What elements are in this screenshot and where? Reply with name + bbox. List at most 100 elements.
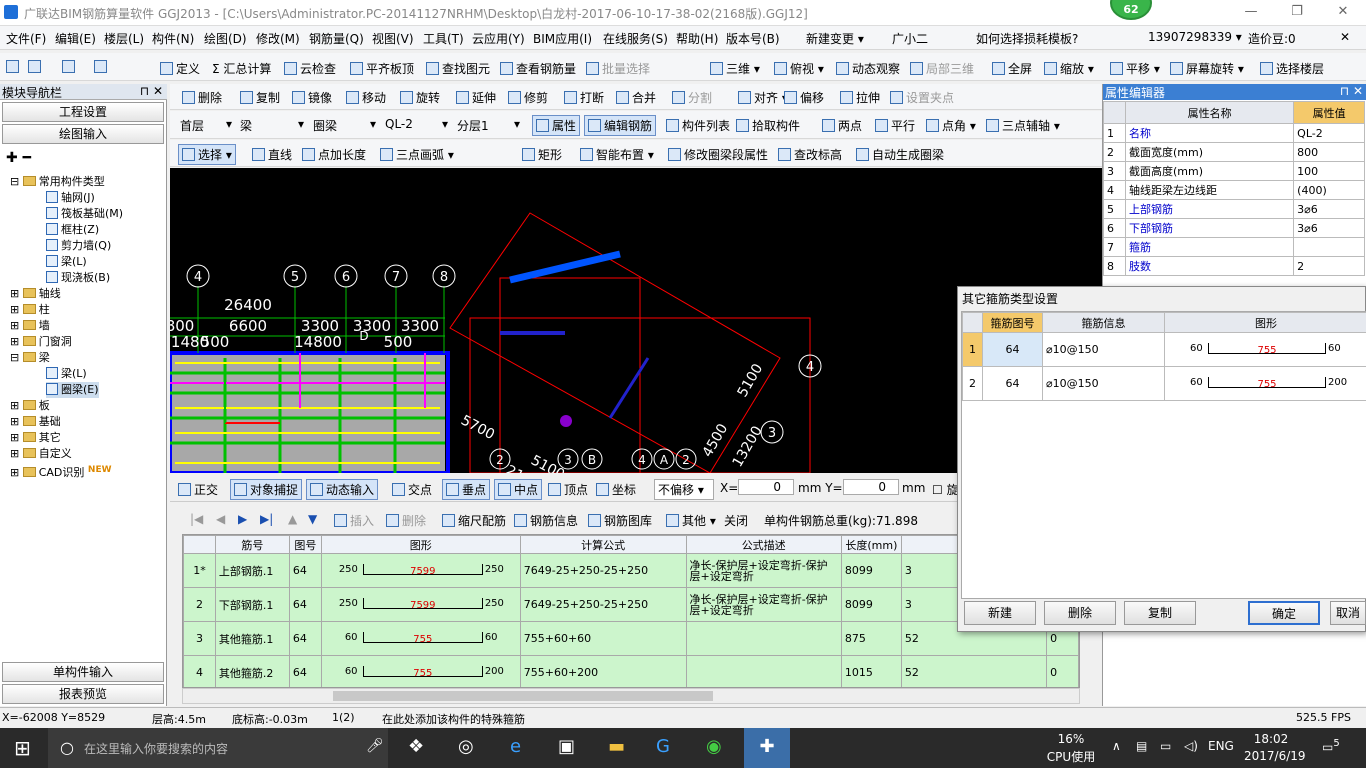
align-slab-top-button[interactable]: 平齐板顶	[350, 60, 414, 77]
insert-button[interactable]: 插入	[334, 512, 374, 529]
menu-version[interactable]: 版本号(B)	[726, 30, 780, 47]
trim-button[interactable]: 修剪	[508, 89, 548, 106]
ortho-button[interactable]: 正交	[178, 481, 218, 498]
tree-frame-column[interactable]: 框柱(Z)	[46, 222, 99, 238]
tree-beam[interactable]: ⊟ 梁	[10, 350, 50, 366]
three-point-axis-button[interactable]: 三点辅轴 ▾	[986, 117, 1060, 134]
first-record-button[interactable]: |◀	[190, 512, 203, 526]
user-phone[interactable]: 13907298339 ▾	[1148, 30, 1242, 44]
intersection-snap-button[interactable]: 交点	[392, 481, 432, 498]
notification-center-icon[interactable]: ▭5	[1322, 738, 1340, 754]
modify-ringbeam-button[interactable]: 修改圈梁段属性	[668, 146, 768, 163]
menu-help[interactable]: 帮助(H)	[676, 30, 718, 47]
stirrup-row[interactable]: 2 64 ⌀10@150 60 755 200	[962, 366, 1366, 401]
dialog-ok-button[interactable]: 确定	[1248, 601, 1320, 625]
tree-beam-l[interactable]: 梁(L)	[46, 366, 87, 382]
prop-row[interactable]: 4 轴线距梁左边线距 (400)	[1103, 180, 1365, 200]
grid-delete-button[interactable]: 删除	[386, 512, 426, 529]
component-name-select[interactable]: QL-2	[385, 117, 413, 131]
rebar-library-button[interactable]: 钢筋图库	[588, 512, 652, 529]
prop-row[interactable]: 1 名称 QL-2	[1103, 123, 1365, 143]
point-angle-button[interactable]: 点角 ▾	[926, 117, 976, 134]
tree-ring-beam[interactable]: 圈梁(E)	[46, 382, 99, 398]
check-elevation-button[interactable]: 查改标高	[778, 146, 842, 163]
edge-browser-icon[interactable]: e	[510, 736, 521, 757]
zoom-button[interactable]: 缩放 ▾	[1044, 60, 1094, 77]
microphone-icon[interactable]: 🎤︎	[366, 738, 384, 754]
table-row[interactable]: 2 下部钢筋.1 64 250 7599 250 7649-25+250-25+25…	[183, 587, 1079, 622]
tree-axis-grid[interactable]: 轴网(J)	[46, 190, 95, 206]
mirror-button[interactable]: 镜像	[292, 89, 332, 106]
prop-row[interactable]: 6 下部钢筋 3⌀6	[1103, 218, 1365, 238]
menu-modify[interactable]: 修改(M)	[256, 30, 300, 47]
rectangle-button[interactable]: 矩形	[522, 146, 562, 163]
menu-tools[interactable]: 工具(T)	[423, 30, 464, 47]
type-select[interactable]: 梁	[240, 117, 252, 134]
menu-file[interactable]: 文件(F)	[6, 30, 46, 47]
summary-calc-button[interactable]: Σ 汇总计算	[212, 60, 271, 77]
menu-bim[interactable]: BIM应用(I)	[533, 30, 592, 47]
pick-component-button[interactable]: 拾取构件	[736, 117, 800, 134]
tree-beam-common[interactable]: 梁(L)	[46, 254, 87, 270]
tree-cad-recognize[interactable]: ⊞ CAD识别 NEW	[10, 462, 112, 479]
align-button[interactable]: 对齐 ▾	[738, 89, 788, 106]
prop-row[interactable]: 8 肢数 2	[1103, 256, 1365, 276]
offset-select[interactable]: 不偏移 ▾	[654, 479, 714, 500]
subtype-select[interactable]: 圈梁	[313, 117, 337, 134]
dialog-copy-button[interactable]: 复制	[1124, 601, 1196, 625]
y-input[interactable]: 0	[843, 479, 899, 495]
tree-axis[interactable]: ⊞ 轴线	[10, 286, 61, 302]
tree-slab[interactable]: ⊞ 板	[10, 398, 50, 414]
prop-row[interactable]: 7 箍筋	[1103, 237, 1365, 257]
smart-layout-button[interactable]: 智能布置 ▾	[580, 146, 654, 163]
file-explorer-icon[interactable]: ▬	[608, 736, 625, 757]
tree-common-types[interactable]: ⊟ 常用构件类型	[10, 174, 105, 190]
tree-other[interactable]: ⊞ 其它	[10, 430, 61, 446]
move-button[interactable]: 移动	[346, 89, 386, 106]
select-floor-button[interactable]: 选择楼层	[1260, 60, 1324, 77]
single-component-input-button[interactable]: 单构件输入	[2, 662, 164, 682]
batch-select-button[interactable]: 批量选择	[586, 60, 650, 77]
report-preview-button[interactable]: 报表预览	[2, 684, 164, 704]
dialog-delete-button[interactable]: 删除	[1044, 601, 1116, 625]
point-length-button[interactable]: 点加长度	[302, 146, 366, 163]
component-list-button[interactable]: 构件列表	[666, 117, 730, 134]
drawing-input-button[interactable]: 绘图输入	[2, 124, 164, 144]
close-window-button[interactable]: ✕	[1320, 0, 1366, 26]
extend-button[interactable]: 延伸	[456, 89, 496, 106]
tray-icon-1[interactable]: ▤	[1136, 739, 1147, 753]
tree-column[interactable]: ⊞ 柱	[10, 302, 50, 318]
select-tool-button[interactable]: 选择 ▾	[178, 144, 236, 165]
dialog-new-button[interactable]: 新建	[964, 601, 1036, 625]
move-down-button[interactable]: ▼	[308, 512, 317, 526]
scale-rebar-button[interactable]: 缩尺配筋	[442, 512, 506, 529]
parallel-button[interactable]: 平行	[875, 117, 915, 134]
table-row[interactable]: 3 其他箍筋.1 64 60 755 60 755+60+60 875 52 0	[183, 621, 1079, 656]
menu-floor[interactable]: 楼层(L)	[104, 30, 144, 47]
coordinate-button[interactable]: 坐标	[596, 481, 636, 498]
glodon-app-icon[interactable]: G	[656, 736, 670, 757]
menu-component[interactable]: 构件(N)	[152, 30, 194, 47]
menu-view[interactable]: 视图(V)	[372, 30, 414, 47]
copy-button[interactable]: 复制	[240, 89, 280, 106]
fullscreen-button[interactable]: 全屏	[992, 60, 1032, 77]
dynamic-observe-button[interactable]: 动态观察	[836, 60, 900, 77]
expand-collapse-icon[interactable]: ✚ ━	[6, 150, 31, 166]
menu-draw[interactable]: 绘图(D)	[204, 30, 247, 47]
help-link[interactable]: 如何选择损耗模板?	[976, 30, 1078, 47]
language-indicator[interactable]: ENG	[1208, 739, 1234, 753]
auto-gen-ringbeam-button[interactable]: 自动生成圈梁	[856, 146, 944, 163]
table-row[interactable]: 1* 上部钢筋.1 64 250 7599 250 7649-25+250-25+2…	[183, 553, 1079, 588]
other-menu-button[interactable]: 其他 ▾	[666, 512, 716, 529]
midpoint-snap-button[interactable]: 中点	[494, 479, 543, 500]
menu-online[interactable]: 在线服务(S)	[603, 30, 668, 47]
pan-button[interactable]: 平移 ▾	[1110, 60, 1160, 77]
prev-record-button[interactable]: ◀	[216, 512, 225, 526]
menu-cloud[interactable]: 云应用(Y)	[472, 30, 525, 47]
tree-shear-wall[interactable]: 剪力墙(Q)	[46, 238, 111, 254]
project-settings-button[interactable]: 工程设置	[2, 102, 164, 122]
prop-row[interactable]: 5 上部钢筋 3⌀6	[1103, 199, 1365, 219]
store-icon[interactable]: ▣	[558, 736, 575, 757]
line-tool-button[interactable]: 直线	[252, 146, 292, 163]
tree-foundation[interactable]: ⊞ 基础	[10, 414, 61, 430]
